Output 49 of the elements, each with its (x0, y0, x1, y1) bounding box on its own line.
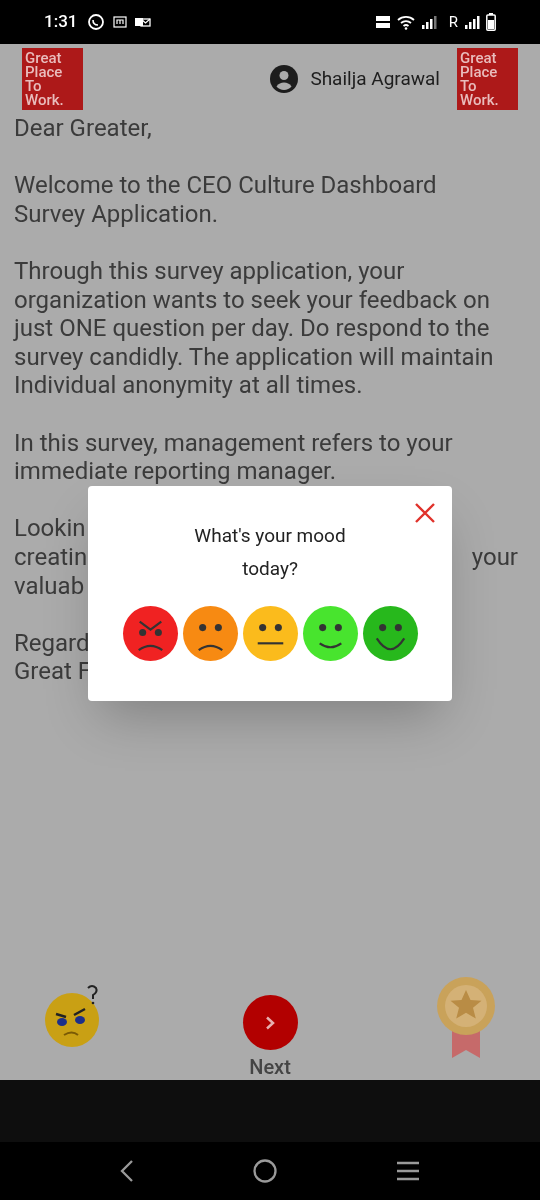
next-button[interactable] (242, 995, 298, 1050)
status-time: 1:31 (44, 10, 78, 34)
dialog-title: What's your mood today? (193, 523, 347, 582)
letter-text: Individual anonymity at all times. (14, 371, 363, 400)
neutral-face-button[interactable] (242, 606, 298, 661)
happy-face-button[interactable] (362, 606, 418, 661)
letter-text: your (471, 542, 518, 572)
back-icon[interactable] (119, 1160, 134, 1182)
medal-icon (436, 976, 496, 1060)
letter-text: organization wants to seek your feedback on (14, 285, 490, 315)
letter-text: In this survey, management refers to your (14, 428, 453, 458)
logo-text: To (25, 79, 42, 93)
user-name: Shailja Agrawal (310, 65, 440, 92)
logo-text: Work. (460, 93, 500, 107)
chevron-right-icon (265, 1015, 275, 1030)
logo-text: Great (460, 51, 498, 65)
letter-text: Lookin (14, 514, 86, 543)
letter-text: Regard (14, 628, 90, 658)
wifi-icon (396, 14, 415, 30)
battery-icon (486, 13, 496, 31)
letter-text: Welcome to the CEO Culture Dashboard (14, 171, 437, 200)
logo-text: Place (460, 65, 499, 79)
logo-text: Place (25, 65, 64, 79)
roaming-indicator: R (448, 11, 458, 33)
letter-text: survey candidly. The application will maintain (14, 342, 494, 372)
letter-text: just ONE question per day. Do respond to the (14, 314, 490, 343)
logo-text: Work. (25, 93, 65, 107)
logo-text: To (460, 79, 477, 93)
mail-icon (135, 16, 152, 28)
letter-text: creatin (14, 542, 88, 572)
home-icon[interactable] (253, 1159, 277, 1183)
close-icon (415, 503, 435, 523)
letter-text: Dear Greater, (14, 114, 152, 143)
signal-icon (464, 15, 480, 29)
account-icon (270, 65, 299, 93)
logo-text: Great (25, 51, 63, 65)
angry-face-button[interactable] (122, 606, 178, 661)
chat-icon (87, 13, 106, 31)
close-button[interactable] (414, 502, 436, 524)
app-icon (113, 16, 128, 28)
smile-face-button[interactable] (302, 606, 358, 661)
signal-icon (420, 15, 437, 29)
letter-text: immediate reporting manager. (14, 457, 337, 486)
letter-text: Survey Application. (14, 199, 219, 229)
sad-face-button[interactable] (182, 606, 238, 661)
letter-text: Through this survey application, your (14, 256, 405, 286)
letter-text: valuab (14, 571, 85, 601)
next-label: Next (249, 1054, 291, 1081)
menu-icon[interactable] (396, 1161, 421, 1181)
